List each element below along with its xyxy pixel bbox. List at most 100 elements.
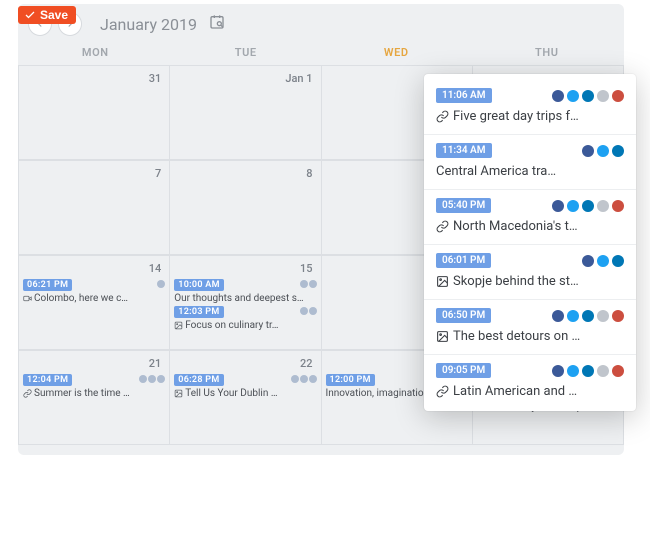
calendar-cell[interactable]: 22 06:28 PM Tell Us Your Dublin … <box>170 350 321 445</box>
popover-item[interactable]: 09:05 PM Latin American and … <box>424 355 636 409</box>
entry-time: 06:21 PM <box>23 279 72 291</box>
social-icon <box>567 90 579 102</box>
social-icon <box>612 145 624 157</box>
calendar-cell[interactable]: Jan 1 <box>170 65 321 160</box>
entry-socials <box>157 280 165 288</box>
entry-time: 12:04 PM <box>23 374 72 386</box>
popover-title: North Macedonia's t… <box>436 219 624 234</box>
social-icon <box>552 310 564 322</box>
social-icon <box>612 310 624 322</box>
save-button[interactable]: Save <box>18 6 76 24</box>
image-icon <box>436 330 449 343</box>
calendar-cell[interactable]: 31 <box>18 65 170 160</box>
calendar-search-icon <box>209 14 225 30</box>
image-icon <box>174 321 183 330</box>
popover-item[interactable]: 05:40 PM North Macedonia's t… <box>424 190 636 245</box>
calendar-entry[interactable]: 06:28 PM Tell Us Your Dublin … <box>174 374 316 399</box>
social-icon <box>582 90 594 102</box>
social-icon <box>597 200 609 212</box>
popover-socials <box>552 200 624 212</box>
social-icon <box>612 365 624 377</box>
save-icon <box>24 9 36 21</box>
popover-title: Latin American and … <box>436 384 624 399</box>
popover-time: 05:40 PM <box>436 198 491 213</box>
social-icon <box>597 310 609 322</box>
day-of-week-row: MON TUE WED THU <box>18 46 624 65</box>
entry-title: Summer is the time … <box>23 388 165 399</box>
popover-time: 09:05 PM <box>436 363 491 378</box>
day-number: 14 <box>23 260 165 277</box>
dow-tue: TUE <box>171 46 322 65</box>
calendar-search-button[interactable] <box>209 14 225 34</box>
popover-item[interactable]: 06:01 PMSkopje behind the st… <box>424 245 636 300</box>
popover-item[interactable]: 11:34 AM Central America tra… <box>424 135 636 190</box>
day-number: 21 <box>23 355 165 372</box>
entry-time: 12:00 PM <box>326 374 375 386</box>
image-icon <box>174 389 183 398</box>
dow-mon: MON <box>20 46 171 65</box>
social-icon <box>597 255 609 267</box>
link-icon <box>436 385 449 398</box>
popover-time: 11:34 AM <box>436 143 492 158</box>
social-icon <box>552 365 564 377</box>
popover-socials <box>582 145 624 157</box>
social-icon <box>552 90 564 102</box>
day-number: Jan 1 <box>174 70 316 87</box>
link-icon <box>23 389 32 398</box>
entry-title: Focus on culinary tr… <box>174 320 316 331</box>
dow-wed: WED <box>321 46 472 65</box>
entry-time: 06:28 PM <box>174 374 223 386</box>
popover-time: 11:06 AM <box>436 88 492 103</box>
social-icon <box>612 255 624 267</box>
entry-title: Colombo, here we c… <box>23 293 165 304</box>
calendar-entry[interactable]: 10:00 AM Our thoughts and deepest s… <box>174 279 316 304</box>
calendar-cell[interactable]: 15 10:00 AM Our thoughts and deepest s… … <box>170 255 321 350</box>
entry-socials <box>139 375 165 383</box>
popover-item[interactable]: 11:06 AM Five great day trips f… <box>424 80 636 135</box>
save-label: Save <box>40 8 68 22</box>
day-detail-popover: 11:06 AM Five great day trips f… 11:34 AM C… <box>424 74 636 411</box>
social-icon <box>597 365 609 377</box>
calendar-month-label: January 2019 <box>100 15 197 34</box>
popover-title: Central America tra… <box>436 164 624 179</box>
entry-title: Our thoughts and deepest s… <box>174 293 316 304</box>
entry-socials <box>300 307 317 315</box>
calendar-cell[interactable]: 21 12:04 PM Summer is the time … <box>18 350 170 445</box>
calendar-cell[interactable]: 14 06:21 PM Colombo, here we c… <box>18 255 170 350</box>
dow-thu: THU <box>472 46 623 65</box>
calendar-cell[interactable]: 8 <box>170 160 321 255</box>
popover-item[interactable]: 06:50 PMThe best detours on … <box>424 300 636 355</box>
popover-title: The best detours on … <box>436 329 624 344</box>
calendar-entry[interactable]: 12:04 PM Summer is the time … <box>23 374 165 399</box>
popover-title: Five great day trips f… <box>436 109 624 124</box>
social-icon <box>567 365 579 377</box>
social-icon <box>582 310 594 322</box>
day-number: 15 <box>174 260 316 277</box>
calendar-entry[interactable]: 12:03 PM Focus on culinary tr… <box>174 306 316 331</box>
entry-title: Tell Us Your Dublin … <box>174 388 316 399</box>
popover-socials <box>552 365 624 377</box>
social-icon <box>612 90 624 102</box>
popover-socials <box>552 310 624 322</box>
social-icon <box>597 145 609 157</box>
day-number: 31 <box>23 70 165 87</box>
link-icon <box>436 220 449 233</box>
day-number: 8 <box>174 165 316 182</box>
social-icon <box>582 365 594 377</box>
popover-title: Skopje behind the st… <box>436 274 624 289</box>
entry-time: 10:00 AM <box>174 279 224 291</box>
calendar-entry[interactable]: 06:21 PM Colombo, here we c… <box>23 279 165 304</box>
social-icon <box>582 255 594 267</box>
social-icon <box>582 145 594 157</box>
video-icon <box>23 294 32 303</box>
entry-socials <box>291 375 317 383</box>
calendar-header: January 2019 <box>18 4 624 46</box>
calendar-cell[interactable]: 7 <box>18 160 170 255</box>
social-icon <box>582 200 594 212</box>
entry-socials <box>300 280 317 288</box>
social-icon <box>567 200 579 212</box>
link-icon <box>436 110 449 123</box>
day-number: 7 <box>23 165 165 182</box>
popover-socials <box>552 90 624 102</box>
social-icon <box>567 310 579 322</box>
